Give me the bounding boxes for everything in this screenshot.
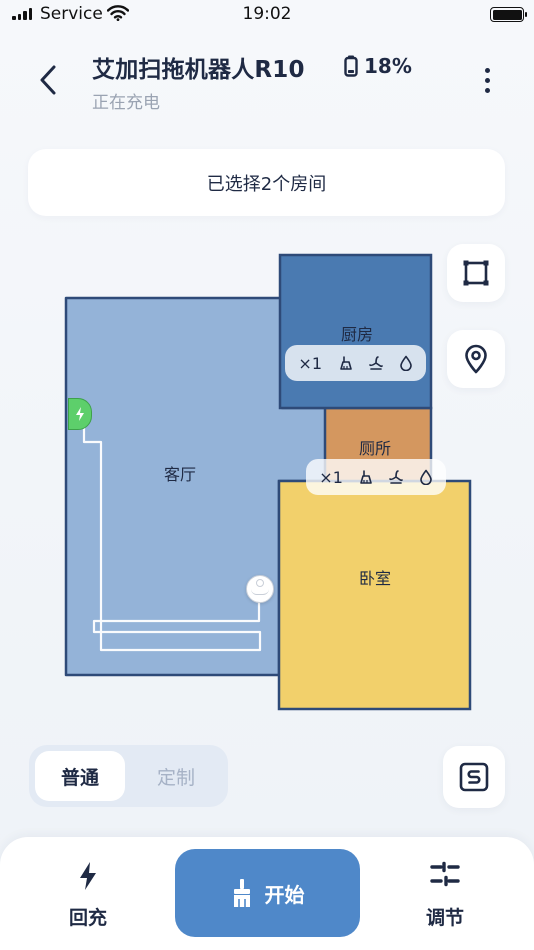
sliders-icon [430, 861, 460, 887]
adjust-button[interactable]: 调节 [385, 837, 505, 950]
clock: 19:02 [242, 4, 292, 24]
mode-option-custom[interactable]: 定制 [131, 751, 221, 801]
toilet-settings-toolbar[interactable]: ×1 [306, 459, 446, 495]
water-drop-icon [399, 355, 412, 371]
s-mode-icon [459, 762, 489, 792]
kitchen-settings-toolbar[interactable]: ×1 [285, 345, 426, 381]
more-vertical-icon [484, 67, 490, 73]
room-bedroom[interactable] [277, 479, 472, 711]
robot-icon [246, 575, 274, 603]
battery-icon [344, 55, 358, 77]
room-label-kitchen: 厨房 [341, 325, 374, 344]
battery-icon [490, 7, 527, 22]
charging-dock-icon [68, 398, 92, 430]
lightning-icon [80, 862, 96, 890]
device-status: 正在充电 [92, 93, 160, 113]
recharge-label: 回充 [68, 907, 107, 929]
room-label-living: 客厅 [164, 465, 197, 484]
room-label-bedroom: 卧室 [359, 569, 392, 588]
mode-option-normal[interactable]: 普通 [35, 751, 125, 801]
vacuum-icon [340, 356, 352, 370]
device-title: 艾加扫拖机器人R10 [92, 57, 305, 83]
battery-status: 18% [344, 54, 412, 78]
battery-percent: 18% [364, 54, 412, 78]
sequence-button[interactable] [443, 746, 505, 808]
room-label-toilet: 厕所 [359, 439, 392, 458]
adjust-label: 调节 [425, 907, 464, 929]
recharge-button[interactable]: 回充 [28, 837, 148, 950]
broom-icon [233, 879, 250, 907]
clean-count: ×1 [298, 353, 323, 373]
start-button[interactable]: 开始 [175, 849, 360, 937]
chevron-left-icon [40, 65, 56, 95]
status-bar: Service 19:02 [0, 0, 534, 30]
start-label: 开始 [264, 882, 305, 907]
back-button[interactable] [30, 62, 66, 98]
cleaning-map: 客厅 厨房 厕所 卧室 ×1 ×1 [0, 240, 534, 730]
vacuum-icon [360, 470, 373, 484]
mode-switch: 普通 定制 [29, 745, 228, 807]
fan-suction-icon [389, 470, 403, 484]
clean-count: ×1 [319, 467, 343, 487]
more-button[interactable] [470, 60, 504, 100]
fan-suction-icon [368, 356, 383, 370]
selection-banner: 已选择2个房间 [28, 149, 505, 216]
water-drop-icon [419, 469, 432, 485]
